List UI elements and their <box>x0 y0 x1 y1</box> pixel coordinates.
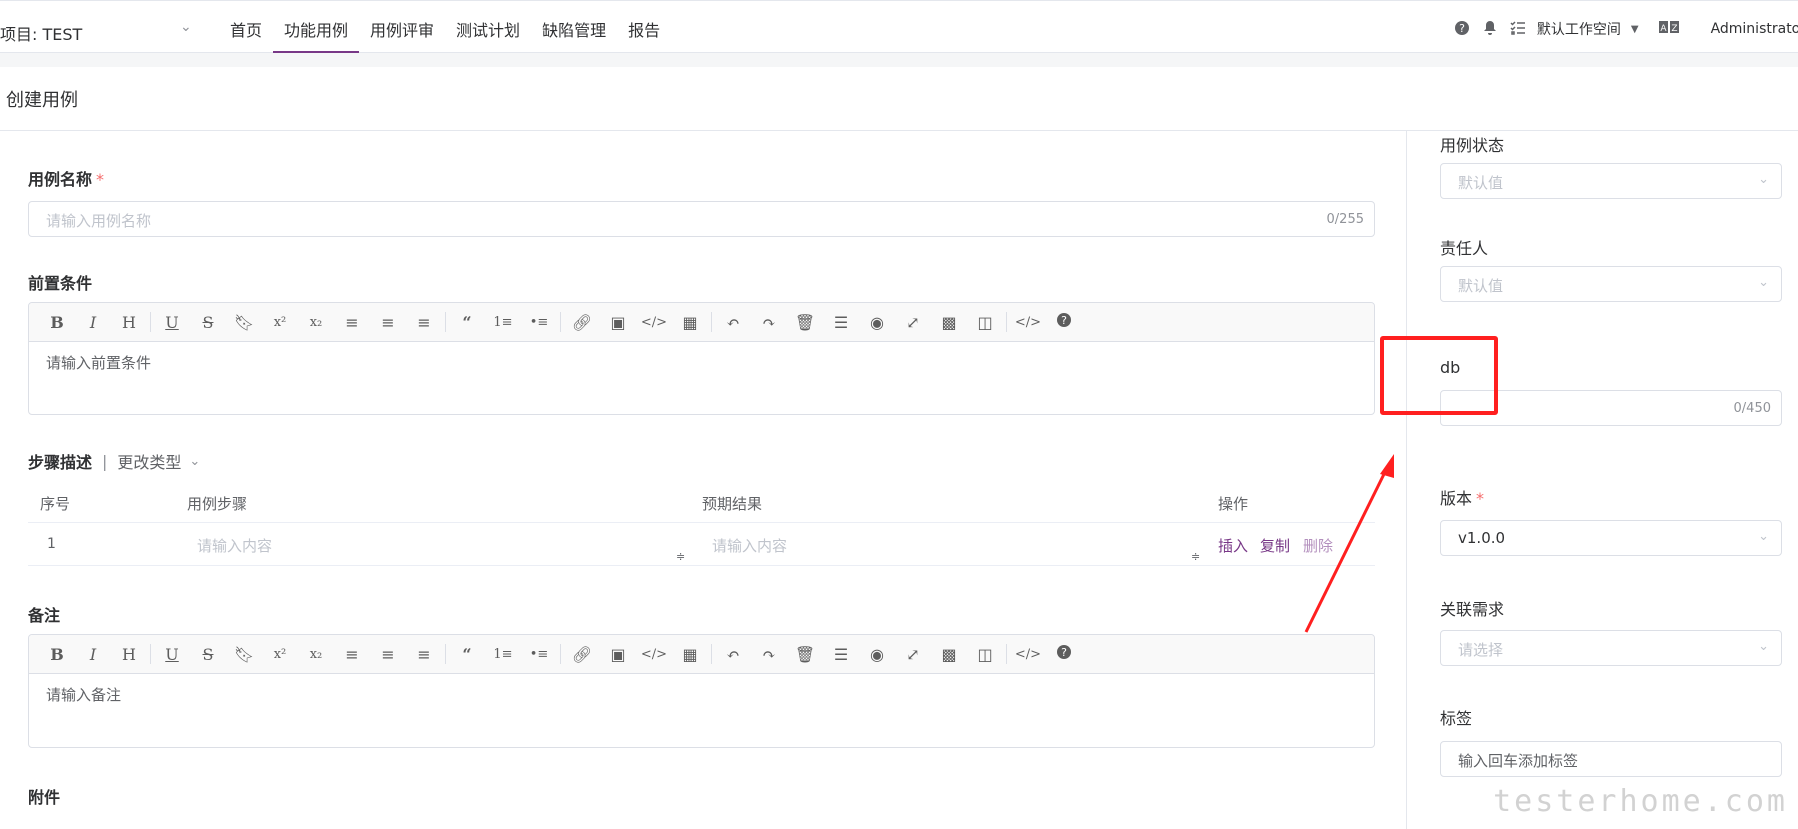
watermark: testerhome.com <box>1493 784 1788 819</box>
annotation-arrow <box>1304 454 1394 633</box>
